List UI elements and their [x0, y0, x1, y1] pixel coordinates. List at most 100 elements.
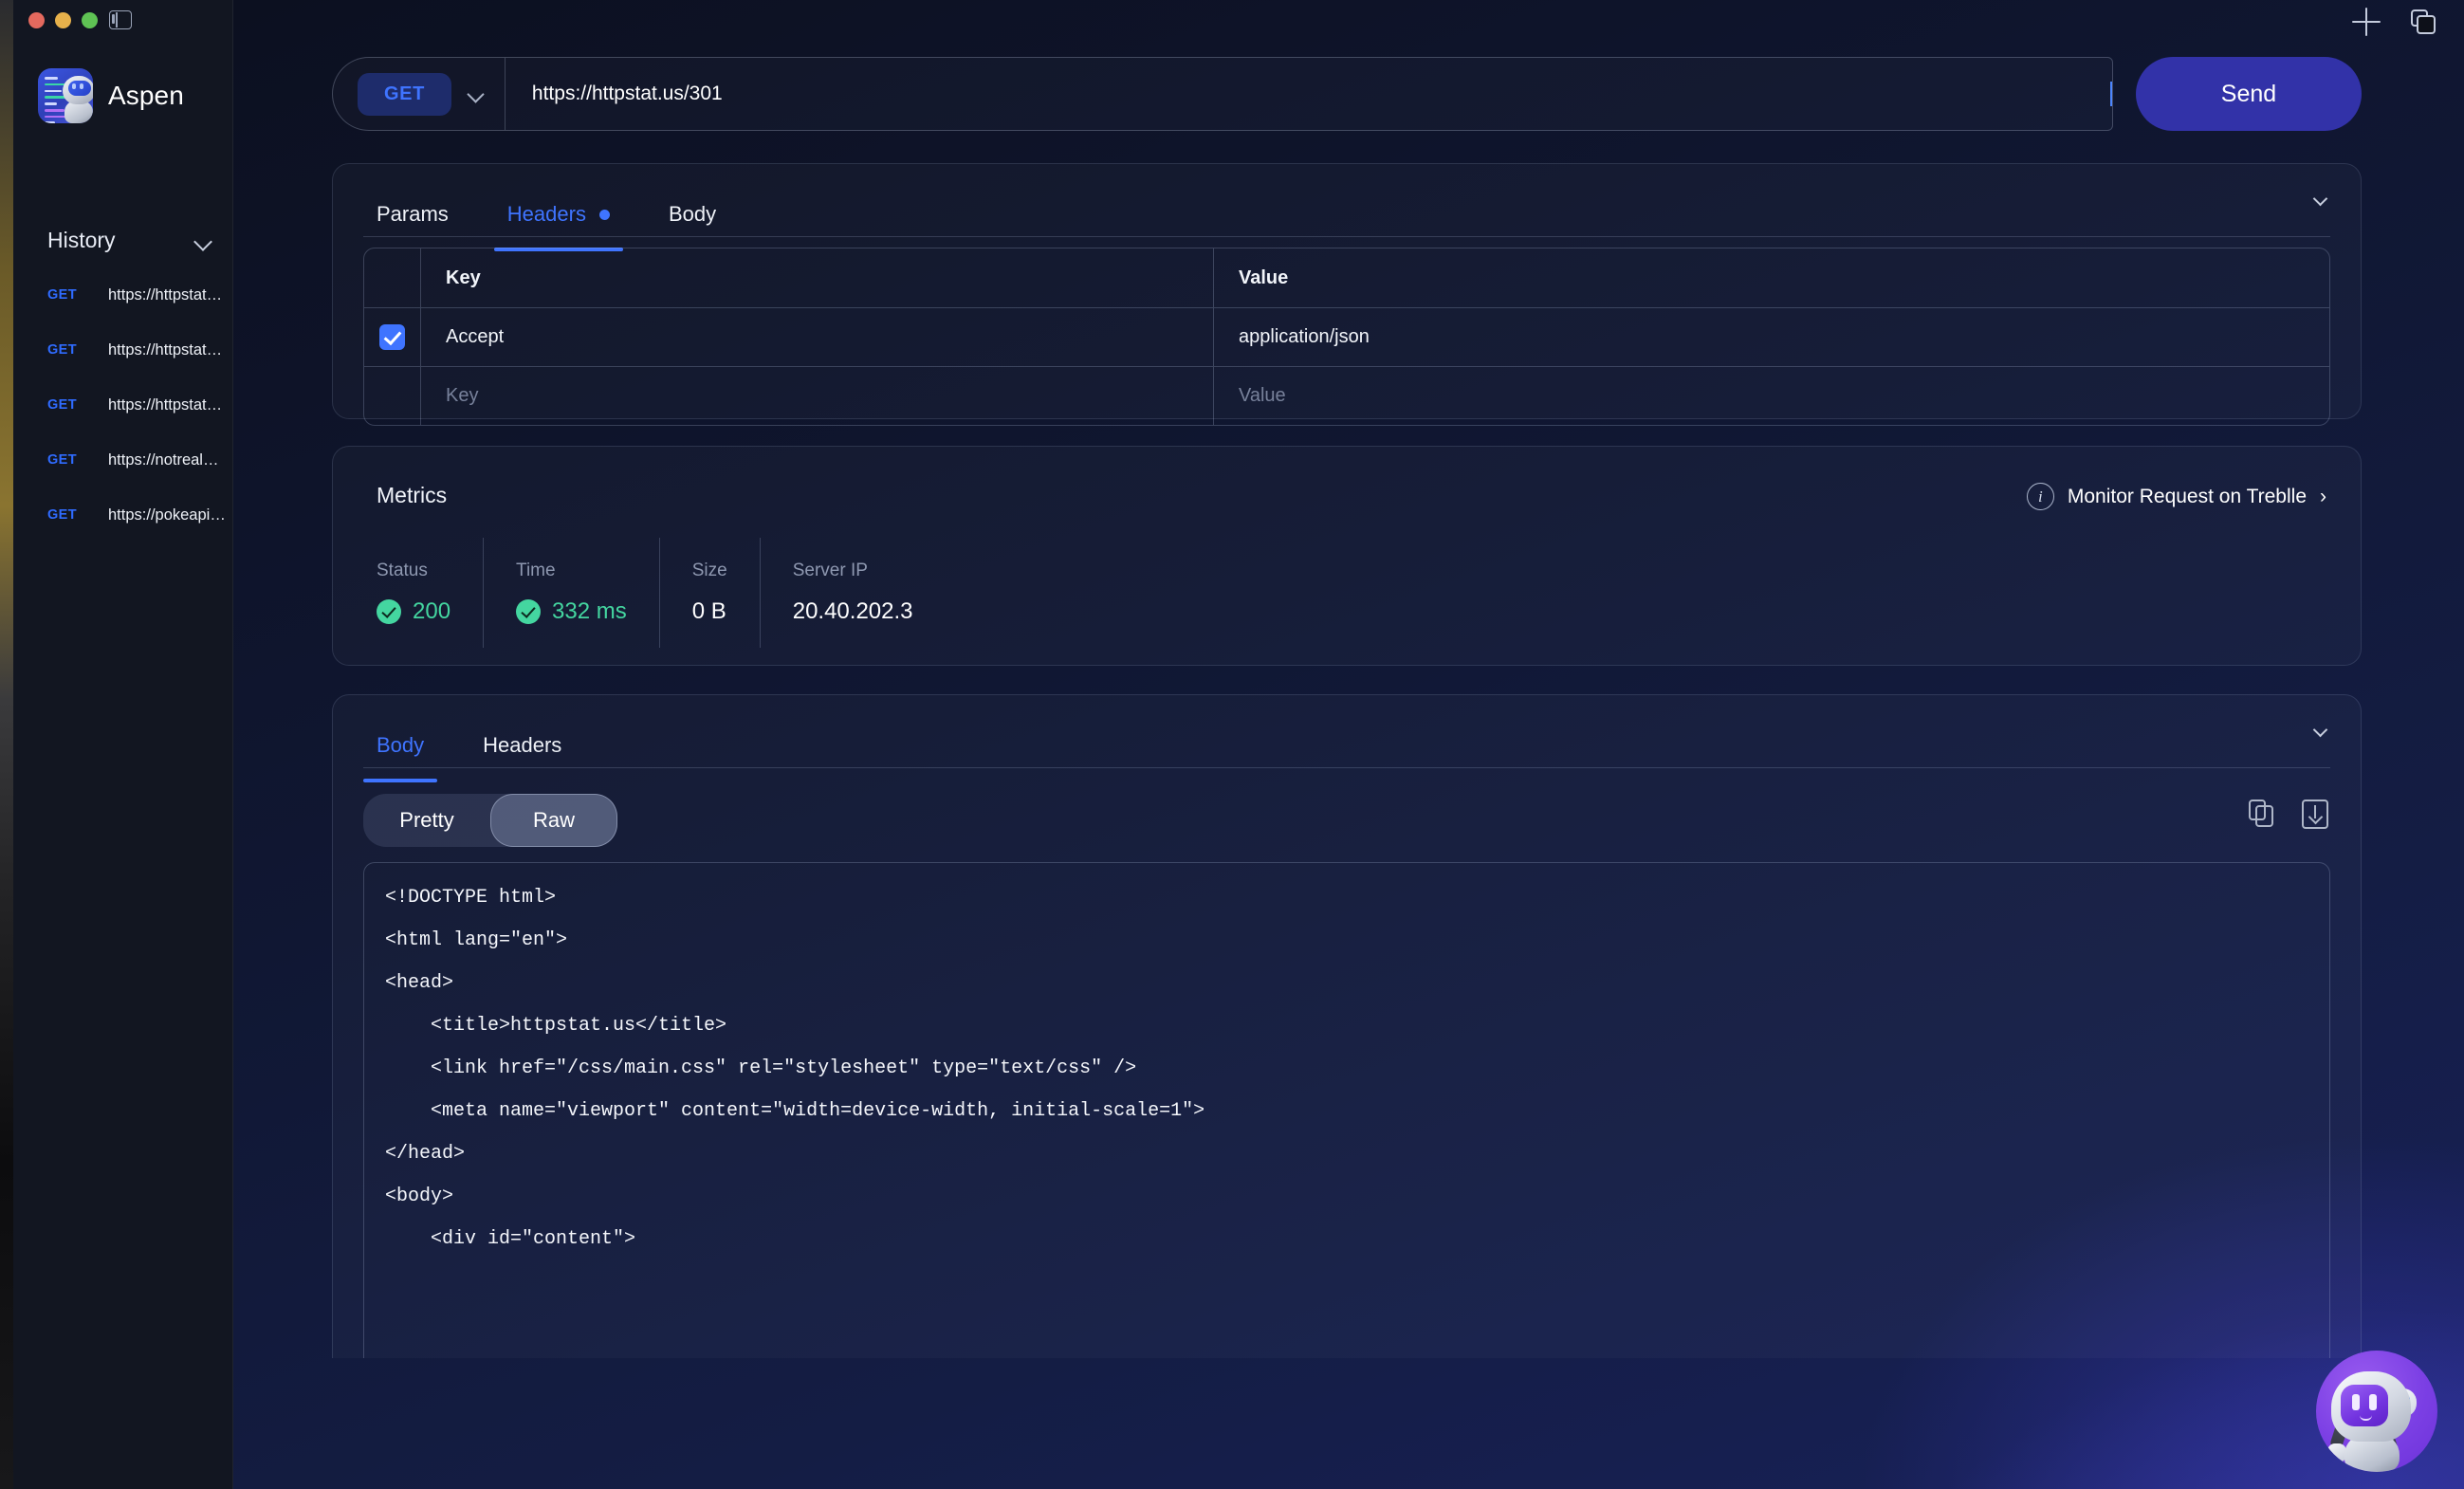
history-list: GET https://httpstat… GET https://httpstat……	[13, 267, 232, 542]
text-cursor	[2110, 82, 2112, 106]
table-empty-row[interactable]: Key Value	[364, 366, 2329, 425]
metric-value: 200	[377, 598, 451, 625]
chevron-right-icon: ›	[2320, 485, 2326, 507]
response-body-line: <link href="/css/main.css" rel="styleshe…	[385, 1057, 1137, 1079]
metric-time: Time 332 ms	[483, 538, 659, 648]
app-name: Aspen	[108, 81, 184, 110]
metrics-panel: Metrics i Monitor Request on Treblle › S…	[332, 446, 2362, 666]
history-item-method: GET	[47, 342, 78, 358]
history-item[interactable]: GET https://notreal…	[13, 432, 232, 487]
metric-server-ip: Server IP 20.40.202.3	[759, 538, 946, 648]
main-content: GET Send Params Headers Body Key Value	[233, 0, 2464, 1489]
tab-label: Headers	[506, 202, 586, 226]
response-body-viewer[interactable]: <!DOCTYPE html> <html lang="en"> <head> <t…	[363, 862, 2330, 1358]
format-toggle: Pretty Raw	[363, 794, 617, 847]
response-tab-headers[interactable]: Headers	[483, 733, 561, 775]
zoom-window-button[interactable]	[82, 12, 98, 28]
url-wrapper: GET	[332, 57, 2113, 131]
tab-label: Body	[377, 733, 425, 757]
treblle-otto-robot-avatar[interactable]	[2316, 1351, 2437, 1472]
history-title: History	[47, 228, 116, 252]
history-item-method: GET	[47, 452, 78, 468]
row-key[interactable]: Accept	[421, 308, 1214, 366]
tab-label: Headers	[483, 733, 562, 757]
sidebar: Aspen History GET https://httpstat… GET htt…	[13, 0, 233, 1489]
monitor-link-label: Monitor Request on Treblle	[2067, 485, 2307, 507]
response-tabs: Body Headers	[333, 695, 2361, 782]
empty-row-checkbox-cell	[364, 367, 421, 425]
response-body-line: <div id="content">	[385, 1228, 636, 1250]
row-enabled-cell	[364, 308, 421, 366]
column-header-key: Key	[421, 248, 1214, 307]
history-item-url: https://httpstat…	[108, 285, 223, 303]
response-body-line: <title>httpstat.us</title>	[385, 1015, 727, 1037]
tab-label: Body	[668, 202, 717, 226]
response-body-line: <meta name="viewport" content="width=dev…	[385, 1100, 1205, 1122]
metric-label: Server IP	[792, 561, 868, 580]
headers-table: Key Value Accept application/json Key Va…	[363, 248, 2330, 426]
tab-body[interactable]: Body	[669, 202, 716, 244]
tab-headers[interactable]: Headers	[493, 202, 624, 251]
metric-value-text: 200	[413, 598, 451, 624]
chevron-down-icon[interactable]	[467, 85, 484, 102]
metric-status: Status 200	[377, 538, 483, 648]
tab-params[interactable]: Params	[377, 202, 449, 244]
minimize-window-button[interactable]	[55, 12, 71, 28]
history-item-url: https://pokeapi…	[108, 506, 226, 524]
request-tabs: Params Headers Body	[333, 164, 2361, 251]
aspen-app-window: Aspen History GET https://httpstat… GET htt…	[13, 0, 2464, 1489]
download-file-icon[interactable]	[2302, 800, 2328, 829]
row-value[interactable]: application/json	[1214, 308, 2329, 366]
row-checkbox[interactable]	[379, 324, 405, 350]
metric-label: Status	[377, 561, 428, 580]
panel-toggle-icon[interactable]	[109, 10, 132, 29]
url-input[interactable]	[505, 58, 2112, 130]
request-bar: GET Send	[332, 57, 2362, 131]
tabs-divider	[363, 236, 2330, 237]
plus-icon[interactable]	[2352, 8, 2381, 36]
table-header-row: Key Value	[364, 248, 2329, 307]
metrics-title: Metrics	[377, 483, 448, 507]
aspen-robot-logo-icon	[38, 68, 93, 123]
chevron-down-icon[interactable]	[194, 232, 211, 249]
copy-tabs-icon[interactable]	[2409, 8, 2437, 36]
app-brand: Aspen	[38, 68, 184, 123]
method-label[interactable]: GET	[358, 72, 451, 116]
format-pretty-button[interactable]: Pretty	[363, 794, 490, 847]
history-item[interactable]: GET https://pokeapi…	[13, 487, 232, 542]
send-button[interactable]: Send	[2136, 57, 2362, 131]
topbar-actions	[2352, 8, 2437, 36]
check-circle-icon	[377, 599, 401, 624]
metric-value: 332 ms	[516, 598, 627, 625]
response-panel: Body Headers Pretty Raw <!DOCTYPE html> <ht…	[332, 694, 2362, 1358]
response-body-line: <body>	[385, 1186, 454, 1207]
history-item[interactable]: GET https://httpstat…	[13, 267, 232, 322]
info-circle-icon: i	[2026, 483, 2054, 510]
format-raw-button[interactable]: Raw	[490, 794, 617, 847]
history-item-url: https://notreal…	[108, 450, 219, 469]
history-header[interactable]: History	[47, 228, 211, 253]
copy-icon[interactable]	[2249, 800, 2275, 828]
monitor-on-treblle-link[interactable]: i Monitor Request on Treblle ›	[2026, 483, 2326, 510]
table-row[interactable]: Accept application/json	[364, 307, 2329, 366]
logo-robot	[59, 72, 93, 123]
close-window-button[interactable]	[28, 12, 45, 28]
tab-label: Params	[377, 202, 449, 226]
history-item-method: GET	[47, 397, 78, 413]
history-item[interactable]: GET https://httpstat…	[13, 377, 232, 432]
history-item[interactable]: GET https://httpstat…	[13, 322, 232, 377]
response-tab-body[interactable]: Body	[362, 733, 438, 782]
metric-label: Time	[516, 561, 556, 580]
metric-value-text: 332 ms	[552, 598, 627, 624]
metric-value-text: 20.40.202.3	[792, 598, 913, 624]
method-selector[interactable]: GET	[333, 58, 506, 130]
empty-row-key[interactable]: Key	[421, 367, 1214, 425]
metric-size: Size 0 B	[658, 538, 760, 648]
response-actions	[2249, 800, 2328, 829]
check-circle-icon	[516, 599, 542, 624]
metrics-grid: Status 200 Time 332 ms Size 0 B Server IP 20.40…	[377, 538, 2317, 648]
empty-row-value[interactable]: Value	[1214, 367, 2329, 425]
response-tabs-divider	[363, 767, 2330, 768]
response-body-line: </head>	[385, 1143, 466, 1165]
column-header-value: Value	[1239, 267, 1289, 288]
